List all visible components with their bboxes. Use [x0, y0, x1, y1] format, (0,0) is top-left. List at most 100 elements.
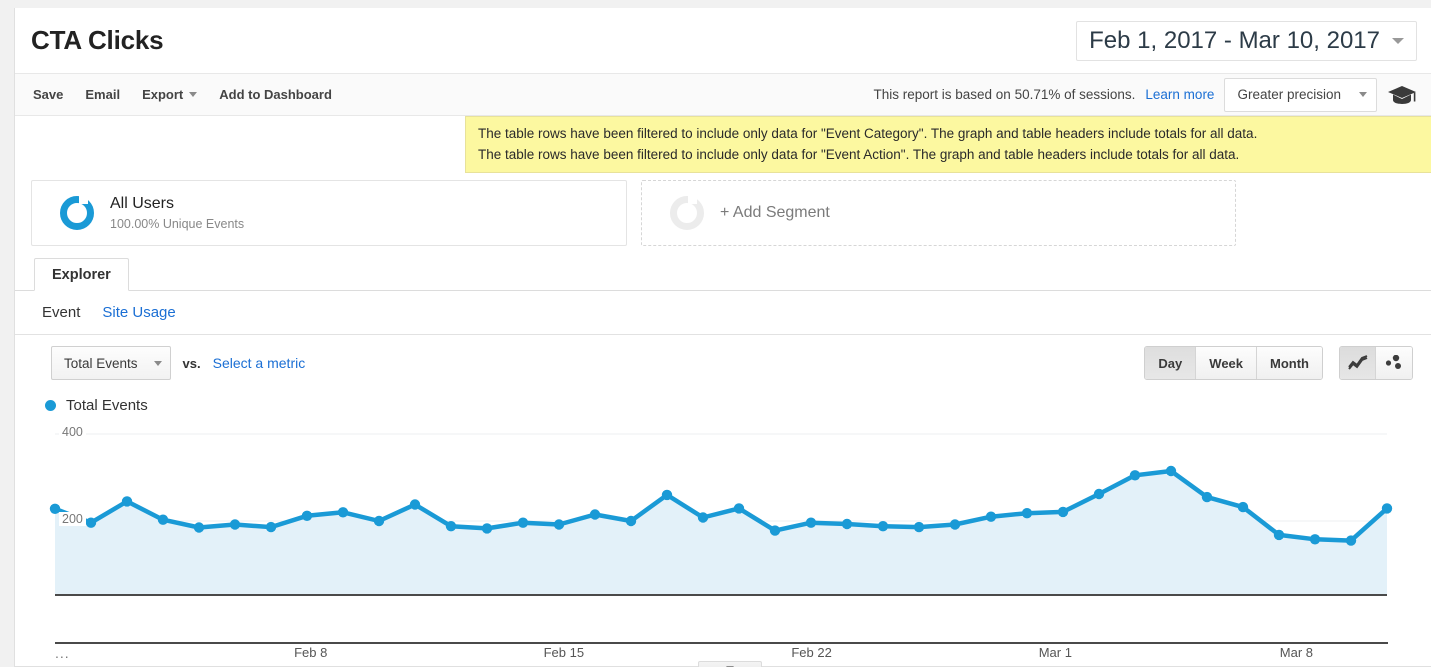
granularity-week-button[interactable]: Week — [1196, 347, 1258, 379]
legend-color-swatch — [45, 399, 56, 411]
chart-data-point[interactable] — [193, 522, 205, 533]
x-axis-tick: Mar 1 — [1038, 645, 1072, 660]
chart-data-point[interactable] — [1273, 529, 1285, 541]
chart-data-point[interactable] — [625, 515, 637, 527]
y-axis-label-200: 200 — [59, 512, 86, 526]
segment-name: All Users — [110, 194, 175, 212]
title-bar: CTA Clicks Feb 1, 2017 - Mar 10, 2017 — [15, 8, 1431, 74]
chart-data-point[interactable] — [1309, 534, 1321, 545]
x-axis-tick: Mar 8 — [1279, 645, 1314, 660]
segment-all-users[interactable]: All Users 100.00% Unique Events — [31, 180, 627, 246]
chart-data-point[interactable] — [1093, 488, 1105, 500]
chart-data-point[interactable] — [1345, 535, 1357, 546]
chart-data-point[interactable] — [1165, 465, 1177, 477]
chart-data-point[interactable] — [445, 521, 457, 532]
chart-data-point[interactable] — [841, 518, 853, 530]
chart-data-point[interactable] — [337, 507, 349, 518]
page-title: CTA Clicks — [31, 25, 164, 55]
date-range-picker[interactable]: Feb 1, 2017 - Mar 10, 2017 — [1076, 20, 1417, 61]
x-axis-line — [55, 642, 1388, 644]
date-range-text: Feb 1, 2017 - Mar 10, 2017 — [1089, 26, 1380, 54]
tab-explorer[interactable]: Explorer — [34, 258, 129, 291]
chart-data-point[interactable] — [301, 510, 313, 521]
chart-data-point[interactable] — [121, 496, 133, 507]
chart-canvas[interactable] — [15, 423, 1431, 598]
sub-tab-bar: Event Site Usage — [15, 291, 1431, 335]
chart-data-point[interactable] — [517, 517, 529, 528]
scatter-chart-icon[interactable] — [1376, 347, 1412, 379]
select-a-metric-link[interactable]: Select a metric — [213, 355, 306, 371]
chart-data-point[interactable] — [877, 521, 889, 532]
add-segment-button[interactable]: + Add Segment — [641, 180, 1236, 246]
precision-label: Greater precision — [1237, 87, 1341, 102]
chart-data-point[interactable] — [265, 521, 277, 533]
x-axis-ellipsis: ... — [55, 645, 70, 661]
chart-data-point[interactable] — [913, 521, 925, 533]
graduation-cap-icon[interactable] — [1387, 83, 1417, 107]
report-page: CTA Clicks Feb 1, 2017 - Mar 10, 2017 Sa… — [14, 8, 1431, 667]
chart-data-point[interactable] — [769, 525, 781, 536]
line-chart-icon[interactable] — [1340, 347, 1376, 379]
x-axis-tick: Feb 15 — [543, 645, 585, 660]
add-segment-label: + Add Segment — [720, 204, 830, 221]
primary-metric-select[interactable]: Total Events — [51, 346, 171, 380]
notice-line-1: The table rows have been filtered to inc… — [478, 126, 1258, 141]
notice-line-2: The table rows have been filtered to inc… — [478, 147, 1240, 162]
email-button[interactable]: Email — [85, 87, 120, 102]
x-axis-tick: Feb 8 — [294, 645, 328, 660]
segment-bar: All Users 100.00% Unique Events + Add Se… — [15, 180, 1431, 246]
granularity-group: Day Week Month — [1144, 346, 1323, 380]
chart-data-point[interactable] — [1129, 470, 1141, 481]
learn-more-link[interactable]: Learn more — [1145, 87, 1214, 102]
subtab-event[interactable]: Event — [42, 304, 80, 321]
legend-series-label: Total Events — [66, 396, 148, 414]
vs-label: vs. — [182, 355, 201, 371]
chart-data-point[interactable] — [661, 489, 673, 501]
sampling-message: This report is based on 50.71% of sessio… — [873, 87, 1136, 102]
chevron-down-icon — [153, 360, 162, 366]
chart-expander-button[interactable] — [698, 661, 762, 667]
donut-icon — [670, 195, 704, 230]
sampling-controls: This report is based on 50.71% of sessio… — [873, 77, 1418, 112]
events-over-time-chart[interactable]: 400 200 — [15, 423, 1431, 623]
chart-data-point[interactable] — [1021, 508, 1033, 519]
chart-data-point[interactable] — [949, 519, 961, 530]
chart-data-point[interactable] — [409, 499, 421, 510]
export-label: Export — [142, 87, 184, 102]
google-analytics-report-screen: CTA Clicks Feb 1, 2017 - Mar 10, 2017 Sa… — [0, 0, 1431, 667]
chart-data-point[interactable] — [85, 517, 97, 528]
add-to-dashboard-button[interactable]: Add to Dashboard — [219, 87, 332, 102]
subtab-site-usage[interactable]: Site Usage — [102, 304, 175, 321]
chart-data-point[interactable] — [1201, 491, 1213, 503]
chart-data-point[interactable] — [553, 519, 565, 530]
chart-data-point[interactable] — [1237, 501, 1249, 513]
chart-view-controls: Day Week Month — [1144, 346, 1413, 380]
precision-select[interactable]: Greater precision — [1224, 77, 1377, 112]
chevron-down-icon — [189, 92, 198, 97]
chart-data-point[interactable] — [733, 503, 745, 514]
metric-controls-row: Total Events vs. Select a metric Day Wee… — [15, 335, 1431, 391]
primary-metric-label: Total Events — [64, 355, 138, 371]
chart-data-point[interactable] — [1381, 503, 1393, 514]
chart-data-point[interactable] — [373, 515, 385, 527]
chart-data-point[interactable] — [157, 514, 169, 525]
chart-data-point[interactable] — [805, 517, 817, 528]
granularity-day-button[interactable]: Day — [1145, 347, 1197, 379]
export-button[interactable]: Export — [142, 87, 198, 102]
report-toolbar: Save Email Export Add to Dashboard This … — [15, 74, 1431, 116]
x-axis-tick: Feb 22 — [791, 645, 832, 660]
donut-icon — [60, 195, 94, 230]
chart-data-point[interactable] — [589, 509, 601, 520]
chart-data-point[interactable] — [229, 519, 241, 530]
notice-row: The table rows have been filtered to inc… — [15, 116, 1431, 178]
save-button[interactable]: Save — [33, 87, 63, 102]
chart-area-fill — [55, 471, 1387, 595]
chart-data-point[interactable] — [985, 511, 997, 522]
chart-data-point[interactable] — [697, 512, 709, 523]
chevron-down-icon — [1392, 37, 1404, 44]
chart-data-point[interactable] — [1057, 506, 1069, 518]
segment-text-group: All Users 100.00% Unique Events — [110, 194, 244, 233]
chart-type-group — [1339, 346, 1413, 380]
chart-data-point[interactable] — [481, 523, 493, 534]
granularity-month-button[interactable]: Month — [1257, 347, 1322, 379]
